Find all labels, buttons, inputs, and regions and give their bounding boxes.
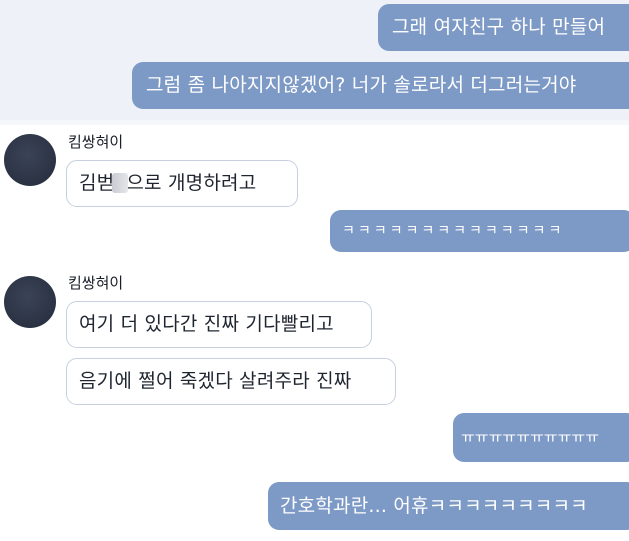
message-text: 그럼 좀 나아지지않겠어? 너가 솔로라서 더그러는거야 [146, 74, 577, 96]
blurred-text [112, 172, 129, 193]
outgoing-message[interactable]: ㅋㅋㅋㅋㅋㅋㅋㅋㅋㅋㅋㅋㅋㅋ [330, 210, 629, 252]
message-text: 그래 여자친구 하나 만들어 [392, 16, 606, 38]
incoming-message[interactable]: 김벋 으로 개명하려고 [66, 160, 298, 207]
message-text: 간호학과란... 어휴ㅋㅋㅋㅋㅋㅋㅋㅋㅋ [280, 494, 588, 517]
outgoing-message[interactable]: 그럼 좀 나아지지않겠어? 너가 솔로라서 더그러는거야 [132, 62, 629, 109]
message-text-part: 으로 개명하려고 [126, 172, 257, 194]
sender-name: 킴쌍혀이 [68, 274, 124, 292]
outgoing-message[interactable]: 간호학과란... 어휴ㅋㅋㅋㅋㅋㅋㅋㅋㅋ [268, 482, 629, 530]
avatar[interactable] [4, 134, 56, 186]
avatar[interactable] [4, 276, 56, 328]
sender-name: 킴쌍혀이 [68, 133, 124, 151]
message-text: ㅠㅠㅠㅠㅠㅠㅠㅠㅠㅠ [461, 428, 600, 446]
outgoing-message[interactable]: ㅠㅠㅠㅠㅠㅠㅠㅠㅠㅠ [453, 413, 629, 462]
chat-screen: { "messages_top": [ {"text": "그래 여자친구 하나… [0, 0, 629, 541]
outgoing-message[interactable]: 그래 여자친구 하나 만들어 [378, 4, 629, 51]
incoming-message[interactable]: 음기에 쩔어 죽겠다 살려주라 진짜 [66, 358, 396, 405]
message-text: ㅋㅋㅋㅋㅋㅋㅋㅋㅋㅋㅋㅋㅋㅋ [342, 223, 565, 239]
message-text: 여기 더 있다간 진짜 기다빨리고 [79, 313, 334, 335]
incoming-message[interactable]: 여기 더 있다간 진짜 기다빨리고 [66, 301, 372, 348]
message-text-part: 김벋 [79, 172, 115, 194]
message-text: 음기에 쩔어 죽겠다 살려주라 진짜 [79, 370, 352, 392]
